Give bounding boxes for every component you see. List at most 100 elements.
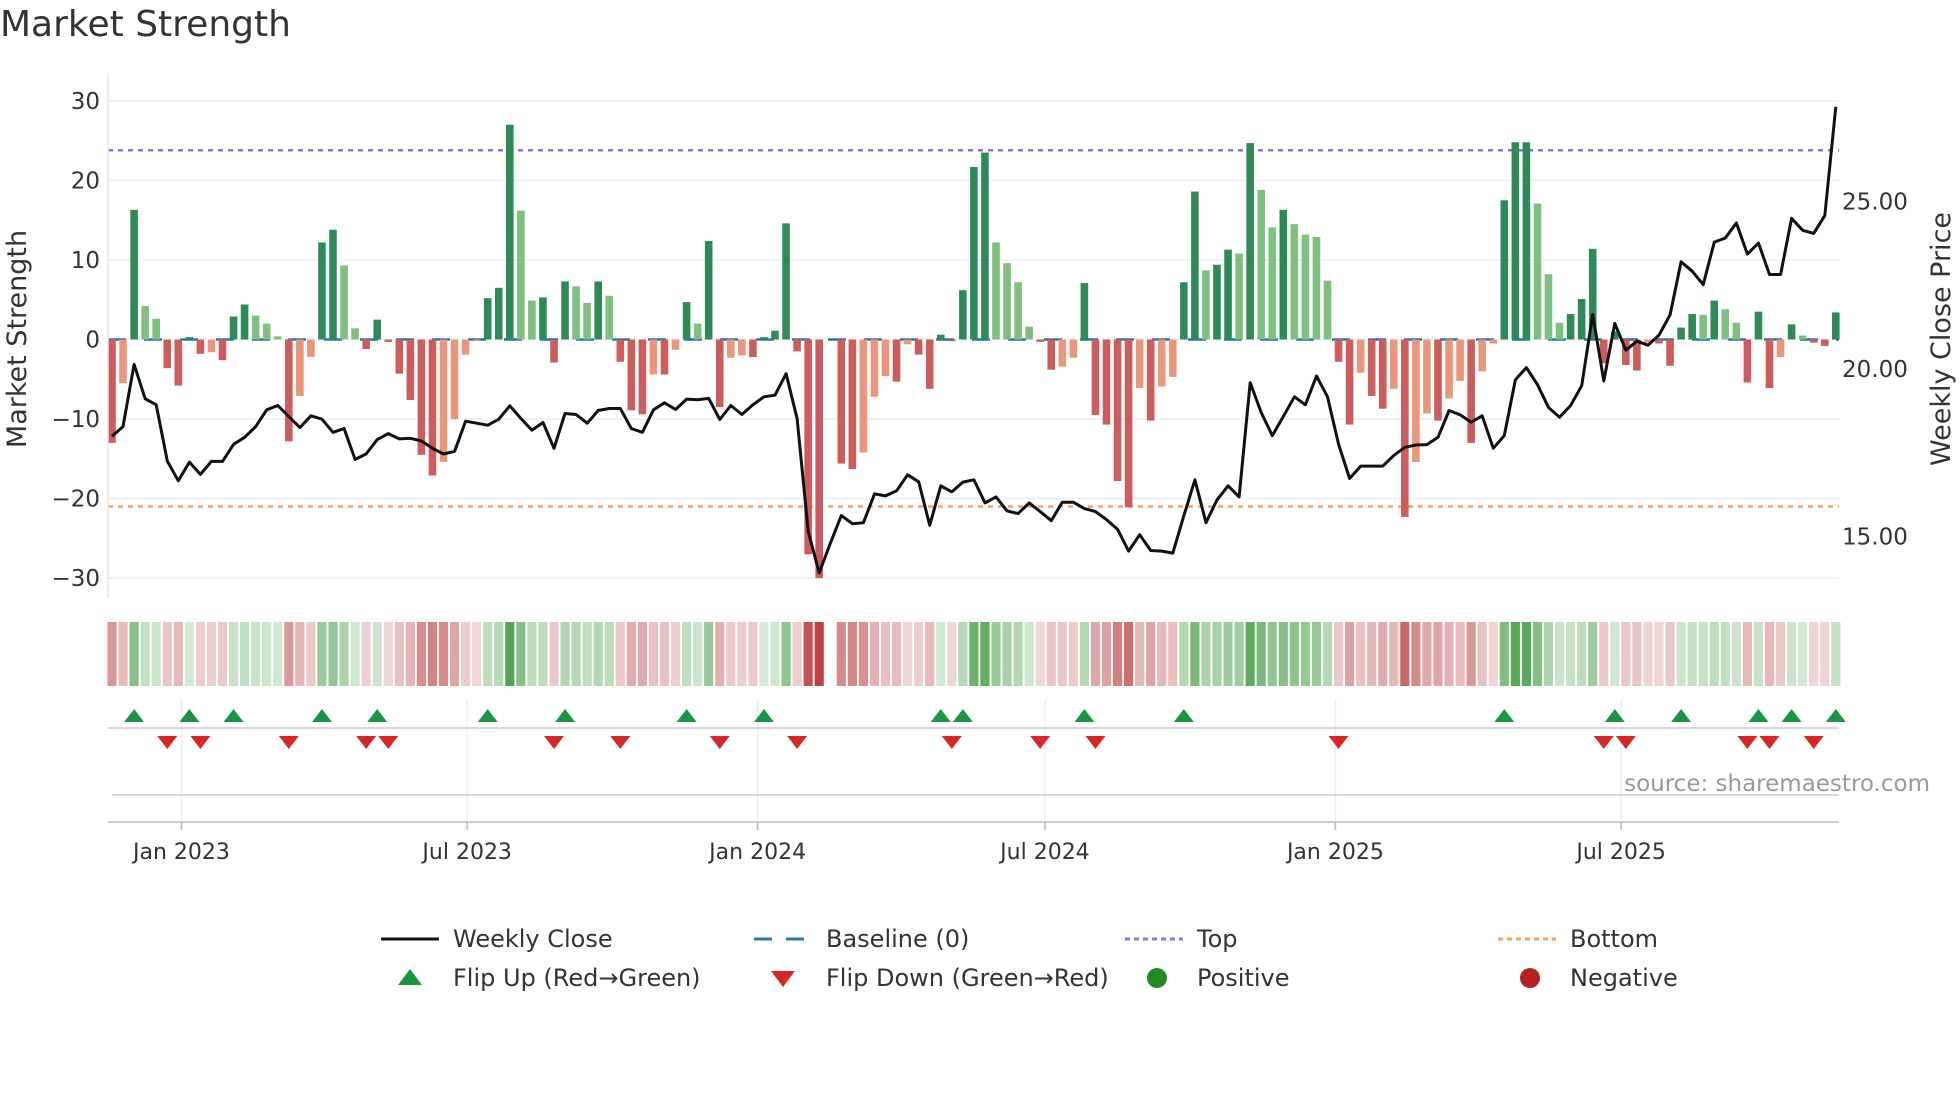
heatmap-cell — [394, 622, 404, 686]
flip-up-marker — [1781, 709, 1802, 722]
heatmap-cell — [251, 622, 261, 686]
strength-bar — [881, 339, 890, 377]
source-credit: source: sharemaestro.com — [1624, 771, 1930, 797]
strength-bar — [1655, 339, 1663, 344]
flip-down-marker — [941, 736, 962, 749]
strength-bar — [583, 302, 591, 340]
strength-bar — [715, 339, 724, 408]
strength-bar — [1533, 203, 1542, 340]
heatmap-cell — [847, 622, 857, 686]
heatmap-cell — [438, 622, 449, 686]
heatmap-cell — [1101, 622, 1112, 686]
strength-bar — [1257, 189, 1265, 340]
heatmap-cell — [637, 622, 647, 686]
strength-bar — [1765, 339, 1774, 389]
heatmap-cell — [339, 622, 349, 686]
heatmap-cell — [748, 622, 758, 686]
heatmap-cell — [737, 622, 747, 686]
heatmap-cell — [1632, 622, 1642, 686]
strength-bar — [207, 339, 216, 353]
strength-bar — [561, 281, 569, 340]
heatmap-cell — [1234, 622, 1244, 686]
strength-bar — [727, 339, 735, 358]
strength-bar — [1699, 314, 1707, 340]
heatmap-cell — [1135, 622, 1145, 686]
heatmap-cell — [1124, 622, 1134, 686]
strength-bar — [1478, 339, 1486, 372]
strength-bar — [616, 339, 625, 362]
heatmap-cell — [505, 622, 515, 686]
strength-bar — [671, 339, 680, 350]
heatmap-cell — [416, 622, 426, 686]
heatmap-cell — [1345, 622, 1355, 686]
strength-bar — [1577, 298, 1586, 340]
strength-bar — [1721, 309, 1730, 340]
strength-bar — [1522, 142, 1531, 340]
heatmap-cell — [195, 622, 205, 686]
heatmap-cell — [792, 622, 802, 686]
strength-bar — [1213, 264, 1221, 340]
heatmap-cell — [958, 622, 968, 686]
heatmap-cell — [615, 622, 625, 686]
strength-bar — [229, 316, 238, 340]
heatmap-cell — [184, 622, 194, 686]
flip-down-marker — [1737, 736, 1758, 749]
strength-bar — [174, 339, 183, 386]
strength-bar — [1456, 339, 1464, 381]
flip-down-marker — [157, 736, 178, 749]
axes: 30 20 10 0 −10 −20 −30 25.00 20.00 15.00 Jan 2023 J… — [51, 73, 1908, 865]
heatmap-cell — [1112, 622, 1123, 686]
strength-bar — [1688, 314, 1696, 340]
strength-bar — [373, 319, 381, 340]
heatmap-cell — [173, 622, 183, 686]
market-strength-chart: 30 20 10 0 −10 −20 −30 25.00 20.00 15.00 Jan 2023 J… — [2, 73, 1957, 865]
legend-flip-down: Flip Down (Green→Red) — [754, 964, 1109, 992]
heatmap-cell — [162, 622, 172, 686]
strength-bar — [1743, 339, 1752, 383]
x-tick-label: Jan 2023 — [131, 840, 230, 865]
strength-bar — [307, 339, 315, 357]
y-tick-label: −10 — [51, 407, 100, 433]
heatmap-cell — [118, 622, 128, 686]
strength-bar — [1754, 311, 1763, 340]
strength-bar — [1500, 200, 1509, 340]
heatmap-cell — [273, 622, 283, 686]
strength-bar — [1312, 236, 1321, 340]
strength-bar — [760, 337, 768, 340]
heatmap-cell — [1389, 622, 1399, 686]
heatmap-cell — [925, 622, 935, 686]
strength-bar — [1124, 339, 1133, 508]
heatmap-cell — [1488, 622, 1498, 686]
heatmap-cell — [538, 622, 548, 686]
strength-bar — [1135, 339, 1144, 389]
heatmap-cell — [350, 622, 360, 686]
heatmap-cell — [1035, 622, 1045, 686]
legend-label: Bottom — [1570, 925, 1659, 953]
flip-up-marker — [952, 709, 973, 722]
heatmap-cell — [648, 622, 659, 686]
heatmap-cell — [770, 622, 780, 686]
flip-up-marker — [1825, 709, 1846, 722]
legend-label: Negative — [1570, 964, 1678, 992]
strength-bar — [1732, 322, 1741, 340]
strength-bar — [318, 242, 326, 340]
heatmap-cell — [1311, 622, 1322, 686]
strength-bar — [892, 339, 901, 382]
strength-bar — [406, 339, 415, 400]
heatmap-cell — [140, 622, 150, 686]
strength-bar — [528, 300, 536, 340]
heatmap-cell — [858, 622, 868, 686]
dotted-line-swatch-icon — [1125, 937, 1183, 941]
strength-bar — [1489, 339, 1498, 344]
heatmap-cell — [1400, 622, 1410, 686]
strength-bar — [450, 339, 459, 420]
heatmap-cell — [969, 622, 979, 686]
strength-bar — [185, 337, 194, 340]
strength-bar — [340, 265, 348, 340]
flip-down-marker — [1593, 736, 1614, 749]
heatmap-cell — [1090, 622, 1101, 686]
strength-bar — [461, 339, 470, 355]
strength-bar — [1202, 270, 1210, 340]
heatmap-cell — [1322, 622, 1333, 686]
strength-bar — [1047, 339, 1056, 370]
